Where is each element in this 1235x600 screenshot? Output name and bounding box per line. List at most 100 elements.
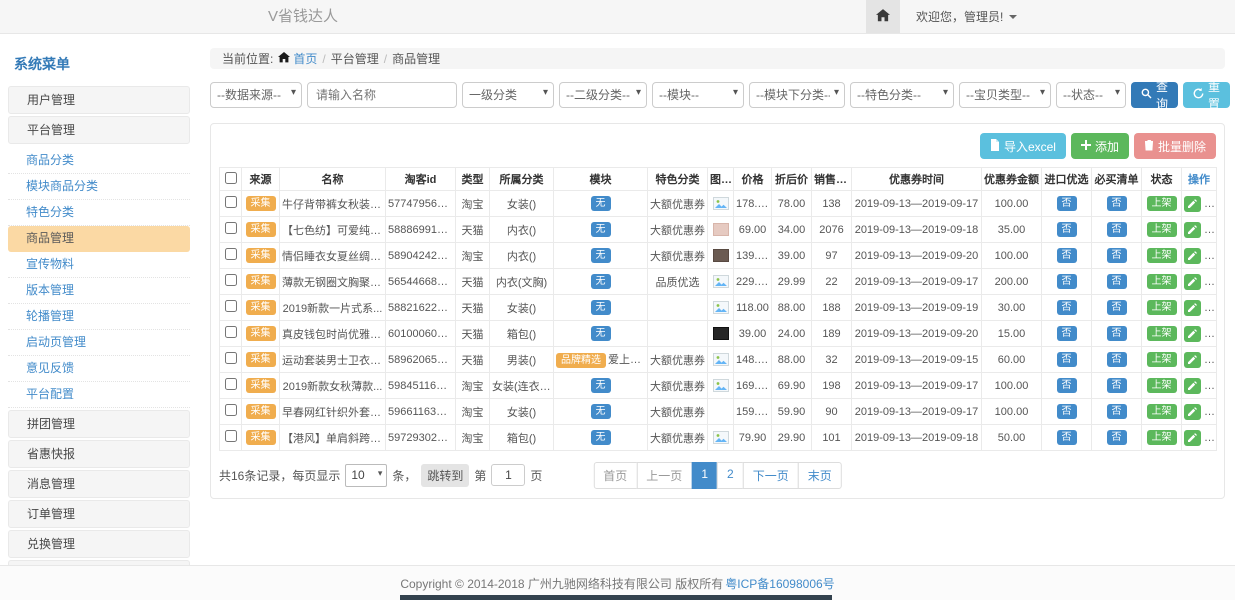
operations-cell bbox=[1182, 347, 1217, 373]
import-select-toggle[interactable]: 否 bbox=[1057, 352, 1077, 368]
module-badge: 无 bbox=[591, 248, 611, 264]
row-checkbox[interactable] bbox=[225, 196, 237, 208]
row-checkbox[interactable] bbox=[225, 274, 237, 286]
row-checkbox[interactable] bbox=[225, 222, 237, 234]
status-toggle[interactable]: 上架 bbox=[1147, 248, 1177, 264]
sidebar-item-version-management[interactable]: 版本管理 bbox=[8, 278, 190, 304]
welcome-dropdown[interactable]: 欢迎您，管理员! bbox=[916, 8, 1017, 25]
import-select-toggle[interactable]: 否 bbox=[1057, 326, 1077, 342]
import-select-toggle[interactable]: 否 bbox=[1057, 248, 1077, 264]
sidebar-item-splash-management[interactable]: 启动页管理 bbox=[8, 330, 190, 356]
pager-button-下一页[interactable]: 下一页 bbox=[743, 462, 799, 489]
category-level2-select[interactable]: --二级分类-- bbox=[559, 82, 647, 108]
must-buy-toggle[interactable]: 否 bbox=[1107, 404, 1127, 420]
status-toggle[interactable]: 上架 bbox=[1147, 196, 1177, 212]
breadcrumb-home-link[interactable]: 首页 bbox=[278, 50, 317, 67]
edit-button[interactable] bbox=[1184, 352, 1201, 368]
status-toggle[interactable]: 上架 bbox=[1147, 326, 1177, 342]
import-select-toggle[interactable]: 否 bbox=[1057, 274, 1077, 290]
sidebar-group-platform-management[interactable]: 平台管理 bbox=[8, 116, 190, 144]
edit-button[interactable] bbox=[1184, 378, 1201, 394]
feature-category-select[interactable]: --特色分类-- bbox=[850, 82, 954, 108]
icp-link[interactable]: 粤ICP备16098006号 bbox=[725, 575, 834, 592]
import-select-toggle[interactable]: 否 bbox=[1057, 222, 1077, 238]
import-excel-button[interactable]: 导入excel bbox=[980, 133, 1066, 159]
edit-button[interactable] bbox=[1184, 300, 1201, 316]
feature-cell: 大额优惠券 bbox=[648, 425, 708, 451]
module-select[interactable]: --模块-- bbox=[652, 82, 744, 108]
row-checkbox[interactable] bbox=[225, 248, 237, 260]
module-sub-select[interactable]: --模块下分类-- bbox=[749, 82, 845, 108]
row-checkbox[interactable] bbox=[225, 404, 237, 416]
must-buy-toggle[interactable]: 否 bbox=[1107, 300, 1127, 316]
add-button[interactable]: 添加 bbox=[1071, 133, 1129, 159]
status-toggle[interactable]: 上架 bbox=[1147, 404, 1177, 420]
sidebar-item-featured-category[interactable]: 特色分类 bbox=[8, 200, 190, 226]
horizontal-scrollbar-thumb[interactable] bbox=[400, 595, 832, 600]
pager-button-2[interactable]: 2 bbox=[717, 462, 744, 489]
row-checkbox[interactable] bbox=[225, 430, 237, 442]
must-buy-toggle[interactable]: 否 bbox=[1107, 352, 1127, 368]
data-source-select[interactable]: --数据来源-- bbox=[210, 82, 302, 108]
import-select-toggle[interactable]: 否 bbox=[1057, 404, 1077, 420]
sidebar-item-carousel-management[interactable]: 轮播管理 bbox=[8, 304, 190, 330]
category-level1-select[interactable]: 一级分类 bbox=[462, 82, 554, 108]
status-toggle[interactable]: 上架 bbox=[1147, 378, 1177, 394]
edit-button[interactable] bbox=[1184, 326, 1201, 342]
must-buy-toggle[interactable]: 否 bbox=[1107, 378, 1127, 394]
sidebar-group-group-buy[interactable]: 拼团管理 bbox=[8, 410, 190, 438]
pager-button-末页[interactable]: 末页 bbox=[798, 462, 842, 489]
import-select-toggle[interactable]: 否 bbox=[1057, 430, 1077, 446]
status-toggle[interactable]: 上架 bbox=[1147, 300, 1177, 316]
pager-button-1[interactable]: 1 bbox=[691, 462, 718, 489]
status-toggle[interactable]: 上架 bbox=[1147, 222, 1177, 238]
home-button[interactable] bbox=[866, 0, 900, 33]
table-row: 采集情侣睡衣女夏丝绸男士...589042420344淘宝内衣()无大额优惠券1… bbox=[220, 243, 1217, 269]
status-select[interactable]: --状态-- bbox=[1056, 82, 1126, 108]
import-select-toggle[interactable]: 否 bbox=[1057, 378, 1077, 394]
row-checkbox[interactable] bbox=[225, 352, 237, 364]
must-buy-toggle[interactable]: 否 bbox=[1107, 430, 1127, 446]
sidebar-group-user-management[interactable]: 用户管理 bbox=[8, 86, 190, 114]
sidebar-group-news-flash[interactable]: 省惠快报 bbox=[8, 440, 190, 468]
name-search-input[interactable] bbox=[307, 82, 457, 108]
sidebar-item-goods-category[interactable]: 商品分类 bbox=[8, 148, 190, 174]
import-select-toggle[interactable]: 否 bbox=[1057, 300, 1077, 316]
sidebar-item-goods-management[interactable]: 商品管理 bbox=[8, 226, 190, 252]
edit-button[interactable] bbox=[1184, 248, 1201, 264]
status-toggle[interactable]: 上架 bbox=[1147, 430, 1177, 446]
edit-button[interactable] bbox=[1184, 430, 1201, 446]
page-number-input[interactable] bbox=[491, 464, 525, 486]
query-button[interactable]: 查询 bbox=[1131, 82, 1178, 108]
jump-button[interactable]: 跳转到 bbox=[421, 464, 469, 487]
must-buy-toggle[interactable]: 否 bbox=[1107, 274, 1127, 290]
sidebar-group-order-management[interactable]: 订单管理 bbox=[8, 500, 190, 528]
sidebar-item-platform-config[interactable]: 平台配置 bbox=[8, 382, 190, 408]
sidebar-item-feedback[interactable]: 意见反馈 bbox=[8, 356, 190, 382]
import-select-toggle[interactable]: 否 bbox=[1057, 196, 1077, 212]
sidebar-group-message-management[interactable]: 消息管理 bbox=[8, 470, 190, 498]
row-checkbox[interactable] bbox=[225, 326, 237, 338]
edit-button[interactable] bbox=[1184, 196, 1201, 212]
row-checkbox[interactable] bbox=[225, 378, 237, 390]
reset-button[interactable]: 重置 bbox=[1183, 82, 1230, 108]
price-cell: 79.90 bbox=[734, 425, 772, 451]
edit-button[interactable] bbox=[1184, 404, 1201, 420]
edit-button[interactable] bbox=[1184, 274, 1201, 290]
status-toggle[interactable]: 上架 bbox=[1147, 274, 1177, 290]
batch-delete-button[interactable]: 批量删除 bbox=[1134, 133, 1216, 159]
sidebar-group-exchange-management[interactable]: 兑换管理 bbox=[8, 530, 190, 558]
must-buy-toggle[interactable]: 否 bbox=[1107, 248, 1127, 264]
select-all-checkbox[interactable] bbox=[225, 172, 237, 184]
must-buy-toggle[interactable]: 否 bbox=[1107, 196, 1127, 212]
edit-button[interactable] bbox=[1184, 222, 1201, 238]
sidebar-item-promo-materials[interactable]: 宣传物料 bbox=[8, 252, 190, 278]
per-page-select[interactable]: 10 bbox=[345, 464, 387, 487]
must-buy-toggle[interactable]: 否 bbox=[1107, 326, 1127, 342]
sales-cell: 2076 bbox=[812, 217, 852, 243]
must-buy-toggle[interactable]: 否 bbox=[1107, 222, 1127, 238]
status-toggle[interactable]: 上架 bbox=[1147, 352, 1177, 368]
row-checkbox[interactable] bbox=[225, 300, 237, 312]
sidebar-item-module-goods-category[interactable]: 模块商品分类 bbox=[8, 174, 190, 200]
item-type-select[interactable]: --宝贝类型-- bbox=[959, 82, 1051, 108]
